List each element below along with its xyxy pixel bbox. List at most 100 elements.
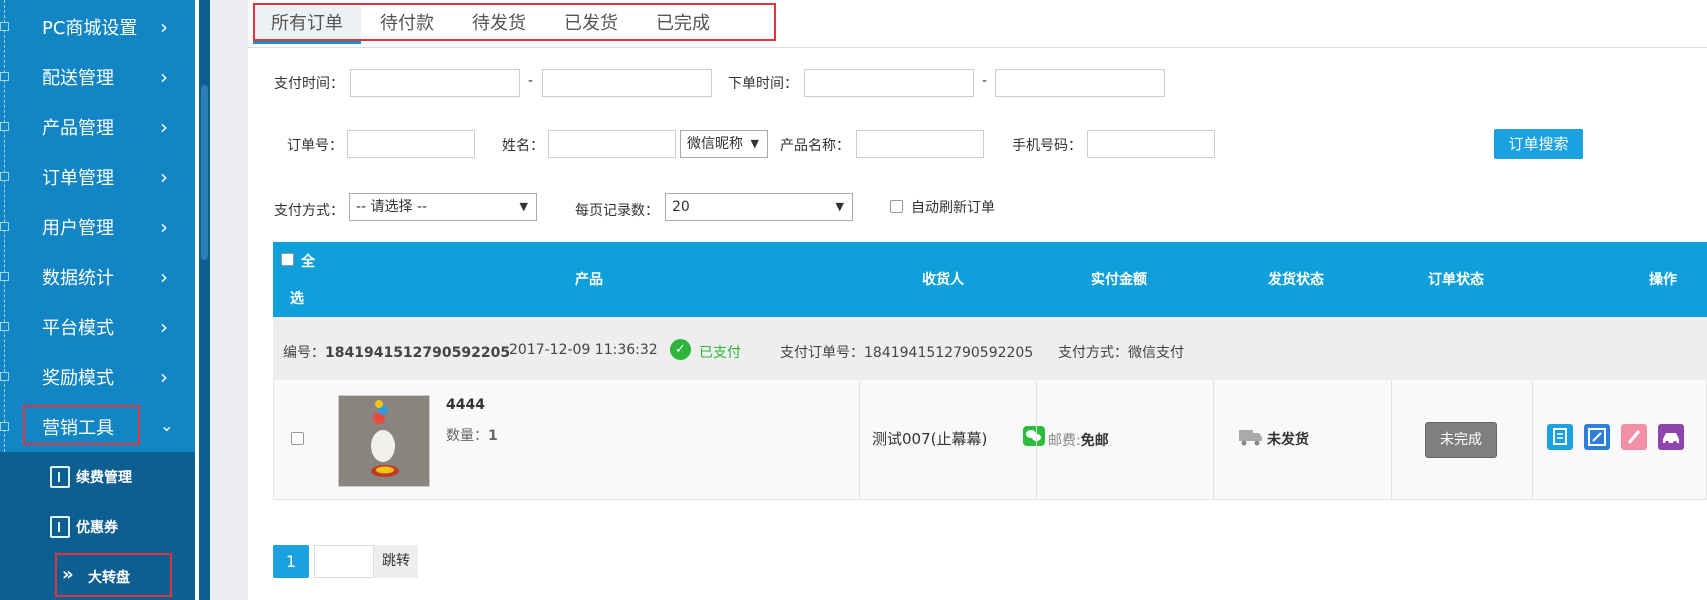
sub-item-coupons[interactable]: 优惠券 [0,502,195,552]
product-qty: 数量：1 [446,425,498,445]
product-thumbnail[interactable] [338,395,430,487]
sidebar-item-label: 配送管理 [42,68,114,89]
pay-order-no-value: 1841941512790592205 [864,345,1034,361]
tree-node-icon [0,272,9,281]
sidebar-item-statistics[interactable]: 数据统计 › [0,252,195,302]
tree-node-icon [0,422,9,431]
table-row: 4444 数量：1 测试007(止幕幕) 邮费:免邮 未发货 未完成 [273,380,1707,500]
sidebar-menu: PC商城设置 › 配送管理 › 产品管理 › 订单管理 › 用户管理 › 数据统… [0,0,195,452]
header-actions: 操作 [1649,272,1677,288]
highlight-box [253,3,776,41]
pay-order-no: 支付订单号：1841941512790592205 [780,342,1033,362]
page-1-button[interactable]: 1 [273,545,309,578]
view-order-icon[interactable] [1547,424,1573,450]
receiver-name: 测试007(止幕幕) [872,430,988,448]
sidebar: PC商城设置 › 配送管理 › 产品管理 › 订单管理 › 用户管理 › 数据统… [0,0,195,600]
pay-method-label: 支付方式： [1058,345,1128,361]
pay-order-no-label: 支付订单号： [780,345,864,361]
chevron-right-icon: › [160,365,168,389]
order-time-label: 下单时间： [728,76,798,92]
highlight-box [23,405,140,445]
chevron-right-icon: › [160,215,168,239]
pay-time-start-input[interactable] [350,69,520,97]
ship-status: 未发货 [1267,432,1309,448]
wechat-icon [1023,426,1045,446]
chevron-right-icon: › [160,265,168,289]
edit-order-icon[interactable] [1584,424,1610,450]
phone-input[interactable] [1087,130,1215,158]
sidebar-item-pc-settings[interactable]: PC商城设置 › [0,2,195,52]
sidebar-item-delivery[interactable]: 配送管理 › [0,52,195,102]
tree-node-icon [0,172,9,181]
sidebar-item-orders[interactable]: 订单管理 › [0,152,195,202]
product-name-input[interactable] [856,130,984,158]
sub-item-renewal[interactable]: 续费管理 [0,452,195,502]
page-jump-button[interactable]: 跳转 [374,545,418,578]
column-divider [1391,380,1392,500]
sidebar-item-label: 平台模式 [42,318,114,339]
order-search-button[interactable]: 订单搜索 [1494,129,1583,159]
sidebar-scrollbar[interactable] [199,0,210,600]
sidebar-item-label: 数据统计 [42,268,114,289]
order-time-end-input[interactable] [995,69,1165,97]
column-divider [1213,380,1214,500]
row-checkbox[interactable] [291,432,304,445]
name-type-select[interactable]: 微信昵称 ▼ [680,130,768,158]
truck-icon [1239,430,1262,446]
pay-time-label: 支付时间： [274,76,344,92]
header-product: 产品 [575,272,603,288]
dash: - [528,73,534,89]
order-tabs: 所有订单 待付款 待发货 已发货 已完成 [248,0,1707,48]
sidebar-item-platform-mode[interactable]: 平台模式 › [0,302,195,352]
sidebar-item-label: PC商城设置 [42,18,138,39]
select-value: -- 请选择 -- [356,199,428,215]
order-status-button[interactable]: 未完成 [1425,422,1497,458]
sidebar-item-label: 用户管理 [42,218,114,239]
sidebar-item-products[interactable]: 产品管理 › [0,102,195,152]
select-all-label: 选 [290,291,304,307]
pay-method: 支付方式：微信支付 [1058,342,1184,362]
pay-time-end-input[interactable] [542,69,712,97]
dropdown-arrow-icon: ▼ [519,200,528,213]
tree-node-icon [0,322,9,331]
chevron-right-icon: › [160,65,168,89]
sidebar-item-users[interactable]: 用户管理 › [0,202,195,252]
name-label: 姓名： [502,138,544,154]
select-all-label: 全 [301,254,315,270]
auto-refresh-checkbox[interactable] [890,200,903,213]
pay-method-select[interactable]: -- 请选择 -- ▼ [349,193,537,221]
pay-method-label: 支付方式： [274,203,344,219]
highlight-box [55,553,172,597]
product-image-icon [339,396,429,486]
order-no-input[interactable] [347,130,475,158]
header-amount: 实付金额 [1091,272,1147,288]
select-all-checkbox[interactable] [281,253,294,266]
header-receiver: 收货人 [922,272,964,288]
dropdown-arrow-icon: ▼ [835,200,844,213]
shipping-label: 邮费: [1048,433,1081,449]
car-icon[interactable] [1658,424,1684,450]
sidebar-item-label: 订单管理 [42,168,114,189]
gutter [210,0,248,600]
pencil-icon[interactable] [1621,424,1647,450]
page-jump-input[interactable] [314,545,374,578]
tree-node-icon [0,222,9,231]
auto-refresh-label: 自动刷新订单 [911,200,995,216]
document-icon [50,466,70,488]
order-no-value: 1841941512790592205 [325,345,511,361]
select-value: 微信昵称 [687,136,743,152]
product-name[interactable]: 4444 [446,397,485,413]
order-time-start-input[interactable] [804,69,974,97]
header-ship-status: 发货状态 [1268,272,1324,288]
per-page-select[interactable]: 20 ▼ [665,193,853,221]
chevron-down-icon: ⌄ [160,416,174,435]
scrollbar-thumb[interactable] [201,85,208,260]
name-input[interactable] [548,130,676,158]
qty-value: 1 [488,428,498,444]
select-value: 20 [672,199,690,215]
sub-item-label: 优惠券 [76,520,118,536]
pay-method-value: 微信支付 [1128,345,1184,361]
shipping-fee: 邮费:免邮 [1048,430,1109,450]
sidebar-item-reward-mode[interactable]: 奖励模式 › [0,352,195,402]
dropdown-arrow-icon: ▼ [750,137,759,150]
